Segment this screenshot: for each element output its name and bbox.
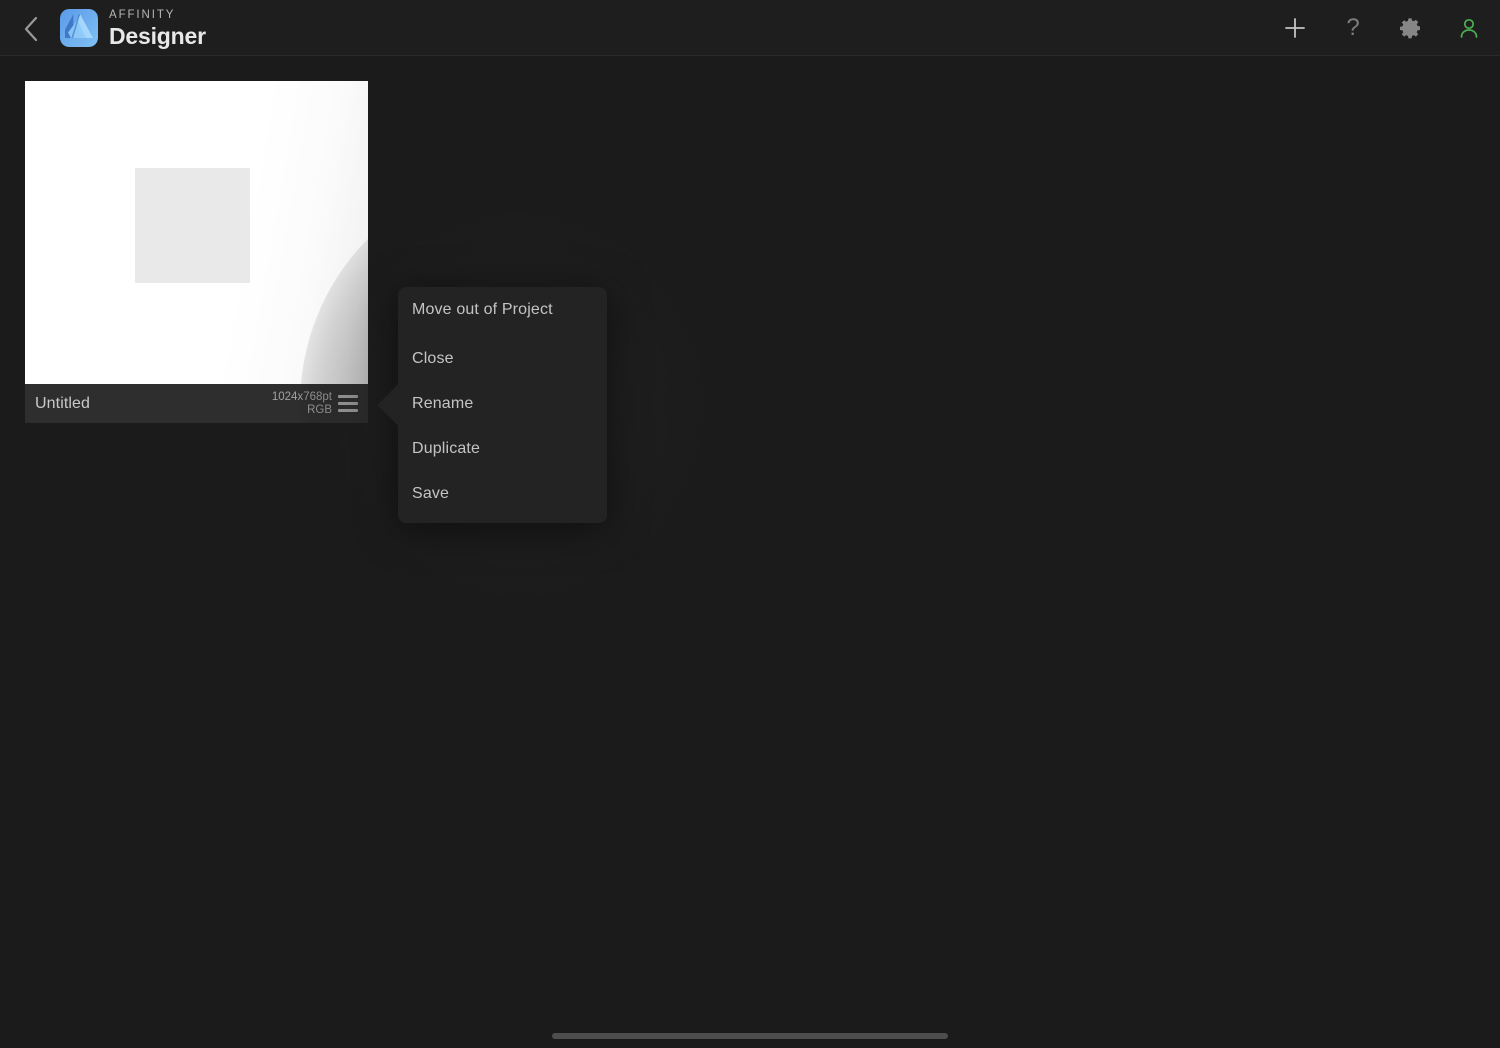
- brand-affinity-label: AFFINITY: [109, 8, 176, 21]
- context-menu-pointer-arrow: [376, 377, 398, 433]
- menu-item-duplicate[interactable]: Duplicate: [398, 426, 607, 471]
- menu-item-label: Rename: [412, 394, 474, 412]
- document-color-space: RGB: [307, 403, 332, 416]
- menu-item-label: Save: [412, 484, 450, 502]
- brand-designer-label: Designer: [109, 22, 206, 49]
- document-artboard-preview: [135, 168, 250, 283]
- settings-button[interactable]: [1392, 9, 1430, 47]
- chevron-left-icon: [23, 16, 39, 42]
- document-meta: 1024x768pt RGB: [272, 391, 332, 417]
- new-document-button[interactable]: [1276, 9, 1314, 47]
- hamburger-bar: [338, 409, 358, 412]
- brand: AFFINITY Designer: [60, 6, 206, 50]
- affinity-designer-logo-icon: [60, 9, 98, 47]
- account-button[interactable]: [1450, 9, 1488, 47]
- help-button[interactable]: ?: [1334, 9, 1372, 47]
- menu-item-close[interactable]: Close: [398, 336, 607, 381]
- question-mark-icon: ?: [1346, 14, 1360, 41]
- document-dimensions: 1024x768pt: [271, 390, 332, 403]
- home-indicator-bar[interactable]: [552, 1033, 948, 1039]
- person-icon: [1457, 16, 1481, 40]
- plus-icon: [1283, 16, 1307, 40]
- app-root: AFFINITY Designer ? Untitled 1024x768pt …: [0, 0, 1500, 1048]
- gear-icon: [1399, 16, 1423, 40]
- brand-text: AFFINITY Designer: [109, 8, 206, 49]
- menu-item-label: Move out of Project: [412, 300, 553, 318]
- document-context-menu: Close Rename Duplicate Save Move out of …: [398, 287, 607, 523]
- menu-item-move-out-of-project[interactable]: Move out of Project: [398, 287, 607, 332]
- menu-item-label: Close: [412, 349, 454, 367]
- document-title: Untitled: [35, 394, 91, 412]
- document-card[interactable]: Untitled 1024x768pt RGB: [25, 81, 368, 423]
- hamburger-menu-icon[interactable]: [338, 394, 360, 414]
- menu-item-save[interactable]: Save: [398, 471, 607, 516]
- app-header: AFFINITY Designer ?: [0, 0, 1500, 56]
- header-actions: ?: [1276, 0, 1488, 56]
- menu-item-rename[interactable]: Rename: [398, 381, 607, 426]
- document-footer: Untitled 1024x768pt RGB: [25, 384, 368, 423]
- menu-item-label: Duplicate: [412, 439, 481, 457]
- hamburger-bar: [338, 395, 358, 398]
- back-button[interactable]: [12, 10, 50, 48]
- document-thumbnail[interactable]: [25, 81, 368, 384]
- hamburger-bar: [338, 402, 358, 405]
